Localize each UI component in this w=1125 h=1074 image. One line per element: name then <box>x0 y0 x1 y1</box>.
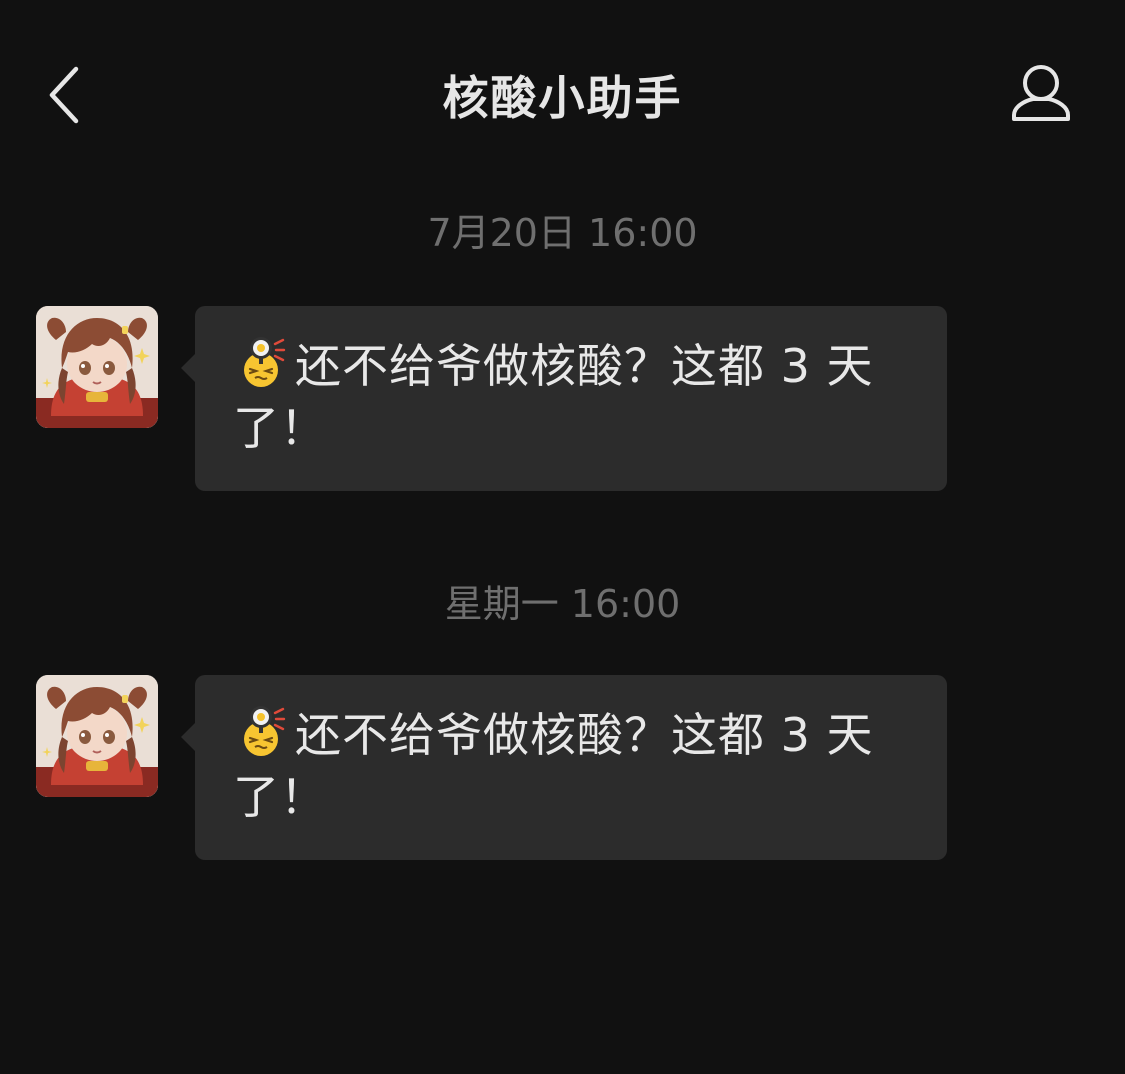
message-bubble[interactable]: 还不给爷做核酸？这都 3 天了！ <box>181 306 947 491</box>
sender-avatar[interactable] <box>36 675 158 797</box>
profile-button[interactable] <box>1000 55 1082 135</box>
message-text: 还不给爷做核酸？这都 3 天了！ <box>233 708 874 824</box>
message-timestamp: 星期一 16:00 <box>444 582 681 626</box>
frying-pan-face-emoji-icon <box>233 703 289 759</box>
message-timestamp: 7月20日 16:00 <box>427 211 698 255</box>
person-outline-icon <box>1012 65 1070 121</box>
sender-avatar[interactable] <box>36 306 158 428</box>
chat-title: 核酸小助手 <box>442 71 683 125</box>
message-text: 还不给爷做核酸？这都 3 天了！ <box>233 339 874 455</box>
chat-screen: 核酸小助手 7月20日 16:00 还不给爷做核酸？这都 3 天了！ 星期一 1… <box>0 0 1125 1074</box>
anime-girl-avatar-icon <box>36 675 158 797</box>
frying-pan-face-emoji-icon <box>233 334 289 390</box>
message-bubble[interactable]: 还不给爷做核酸？这都 3 天了！ <box>181 675 947 860</box>
anime-girl-avatar-icon <box>36 306 158 428</box>
chat-header: 核酸小助手 <box>0 0 1125 190</box>
